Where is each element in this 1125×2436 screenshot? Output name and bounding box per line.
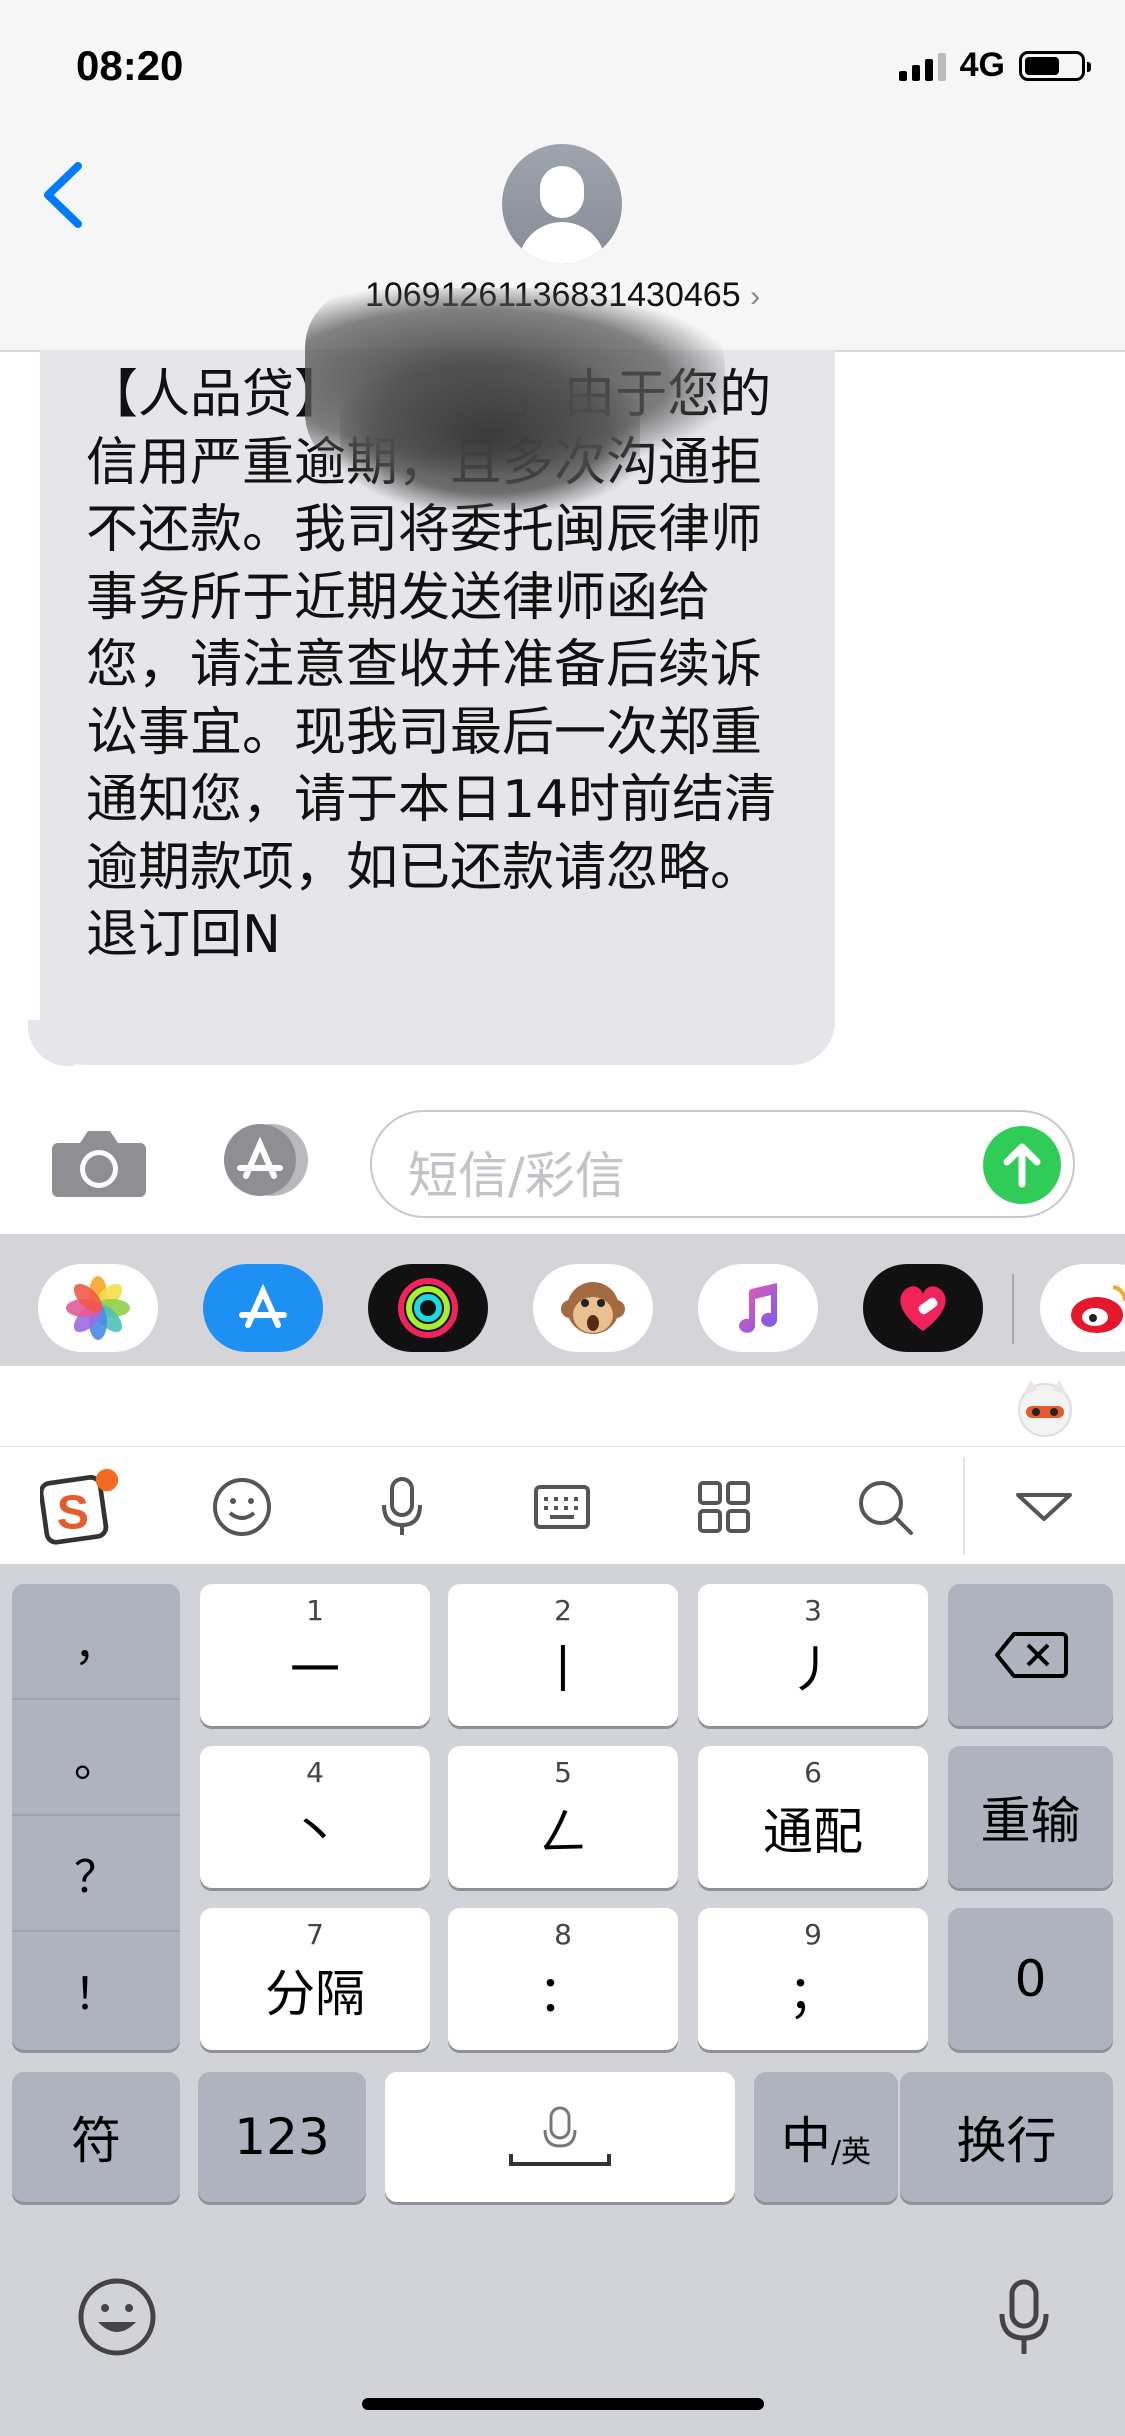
animoji-icon[interactable]	[533, 1264, 653, 1352]
battery-icon	[1019, 50, 1091, 81]
punct-key-period[interactable]: 。	[12, 1700, 180, 1816]
message-input-placeholder: 短信/彩信	[408, 1147, 625, 1205]
photos-icon[interactable]	[38, 1264, 158, 1352]
collapse-keyboard-icon[interactable]	[1004, 1467, 1084, 1547]
key-stroke-left-falling[interactable]: 3丿	[698, 1584, 928, 1726]
activity-icon[interactable]	[368, 1264, 488, 1352]
status-indicators: 4G	[898, 46, 1091, 85]
key-colon[interactable]: 8：	[448, 1908, 678, 2050]
dictation-mic-icon[interactable]	[994, 2278, 1054, 2358]
toolbar-divider	[963, 1457, 965, 1555]
language-sub: /英	[830, 2135, 872, 2170]
sogou-logo-icon[interactable]: S	[40, 1467, 120, 1547]
music-icon[interactable]	[698, 1264, 818, 1352]
app-strip-divider	[1012, 1274, 1014, 1344]
keyboard-candidate-bar	[0, 1366, 1125, 1446]
message-input[interactable]: 短信/彩信	[370, 1110, 1075, 1218]
key-semicolon[interactable]: 9；	[698, 1908, 928, 2050]
camera-icon[interactable]	[50, 1125, 148, 1200]
send-button[interactable]	[983, 1126, 1061, 1204]
keyboard-icon[interactable]	[522, 1467, 602, 1547]
zero-key[interactable]: 0	[948, 1908, 1113, 2050]
heart-app-icon[interactable]	[863, 1264, 983, 1352]
numbers-key[interactable]: 123	[198, 2072, 366, 2202]
redaction-scribble	[340, 360, 640, 510]
grid-icon[interactable]	[684, 1467, 764, 1547]
punct-key-exclaim[interactable]: ！	[12, 1932, 180, 2048]
keyboard-toolbar: S	[0, 1446, 1125, 1565]
microphone-space-icon	[509, 2106, 611, 2166]
bubble-tail	[28, 1020, 74, 1066]
key-stroke-horizontal[interactable]: 1一	[200, 1584, 430, 1726]
home-indicator[interactable]	[362, 2398, 764, 2410]
space-key[interactable]	[385, 2072, 735, 2202]
chevron-right-icon: ›	[750, 280, 761, 313]
app-store-button-icon[interactable]	[210, 1120, 320, 1200]
key-stroke-vertical[interactable]: 2丨	[448, 1584, 678, 1726]
status-time: 08:20	[76, 42, 184, 89]
contact-avatar[interactable]	[502, 144, 622, 264]
back-chevron-icon[interactable]	[36, 160, 92, 230]
sogou-mascot-icon[interactable]	[1012, 1374, 1078, 1440]
emoji-keyboard-icon[interactable]	[76, 2276, 158, 2358]
return-key[interactable]: 换行	[900, 2072, 1113, 2202]
punct-key-comma[interactable]: ，	[12, 1584, 180, 1700]
signal-icon	[898, 51, 946, 81]
punctuation-column: ， 。 ？ ！	[12, 1584, 180, 2050]
delete-key[interactable]	[948, 1584, 1113, 1726]
emoji-face-icon[interactable]	[202, 1467, 282, 1547]
key-separator[interactable]: 7 分隔	[200, 1908, 430, 2050]
punct-key-question[interactable]: ？	[12, 1816, 180, 1932]
app-store-icon[interactable]	[203, 1264, 323, 1352]
svg-text:S: S	[57, 1485, 89, 1539]
language-main: 中	[780, 2112, 831, 2170]
imessage-app-strip	[0, 1234, 1125, 1366]
arrow-up-icon	[1003, 1143, 1041, 1188]
key-wildcard[interactable]: 6 通配	[698, 1746, 928, 1888]
reenter-key[interactable]: 重输	[948, 1746, 1113, 1888]
symbols-key[interactable]: 符	[12, 2072, 180, 2202]
search-icon[interactable]	[845, 1467, 925, 1547]
key-stroke-turn[interactable]: 5ㄥ	[448, 1746, 678, 1888]
key-stroke-dot[interactable]: 4丶	[200, 1746, 430, 1888]
weibo-icon[interactable]	[1040, 1264, 1125, 1352]
network-label: 4G	[959, 46, 1005, 84]
backspace-icon	[994, 1632, 1068, 1678]
microphone-icon[interactable]	[362, 1467, 442, 1547]
stroke-keyboard: ， 。 ？ ！ 1一 2丨 3丿 4丶 5ㄥ 6 通配 重输 7 分隔 8： 9； …	[0, 1564, 1125, 2436]
language-toggle-key[interactable]: 中/英	[754, 2072, 898, 2202]
